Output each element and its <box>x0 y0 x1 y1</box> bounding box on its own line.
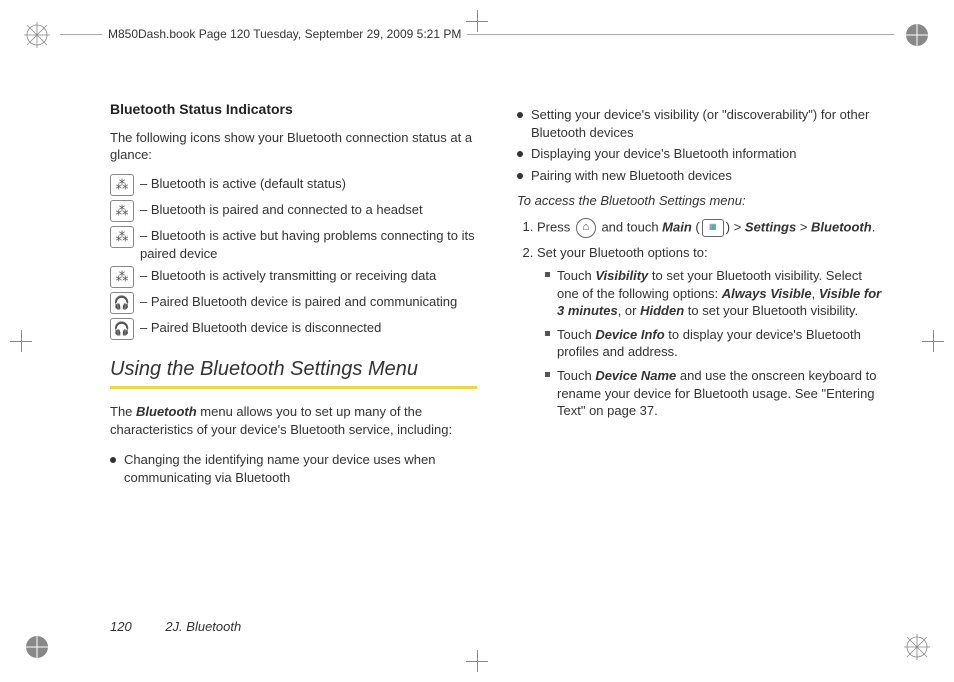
icon-description: – Paired Bluetooth device is disconnecte… <box>140 318 381 337</box>
bluetooth-paired-icon: ⁂ <box>110 200 134 222</box>
registration-disc-icon <box>22 632 52 662</box>
feature-list-cont: Setting your device's visibility (or "di… <box>517 106 884 184</box>
list-item: Changing the identifying name your devic… <box>110 451 477 486</box>
step-item: Set your Bluetooth options to: Touch Vis… <box>537 244 884 420</box>
list-item: Setting your device's visibility (or "di… <box>517 106 884 141</box>
subsection-heading: Bluetooth Status Indicators <box>110 100 477 119</box>
page-footer: 120 2J. Bluetooth <box>110 618 241 636</box>
footer-section: 2J. Bluetooth <box>165 619 241 634</box>
crop-mark-icon <box>922 330 944 352</box>
registration-disc-icon <box>902 20 932 50</box>
status-icon-row: ⁂ – Bluetooth is active but having probl… <box>110 226 477 262</box>
bluetooth-problem-icon: ⁂ <box>110 226 134 248</box>
procedure-steps: Press ⌂ and touch Main (▦) > Settings > … <box>517 218 884 420</box>
icon-description: – Bluetooth is paired and connected to a… <box>140 200 423 219</box>
status-icon-row: 🎧 – Paired Bluetooth device is disconnec… <box>110 318 477 340</box>
icon-description: – Bluetooth is actively transmitting or … <box>140 266 436 285</box>
status-icon-row: ⁂ – Bluetooth is active (default status) <box>110 174 477 196</box>
crop-mark-icon <box>10 330 32 352</box>
list-item: Pairing with new Bluetooth devices <box>517 167 884 185</box>
step-item: Press ⌂ and touch Main (▦) > Settings > … <box>537 218 884 238</box>
bluetooth-transmitting-icon: ⁂ <box>110 266 134 288</box>
feature-list: Changing the identifying name your devic… <box>110 451 477 486</box>
icon-description: – Paired Bluetooth device is paired and … <box>140 292 457 311</box>
manual-page: M850Dash.book Page 120 Tuesday, Septembe… <box>0 0 954 682</box>
registration-star-icon <box>902 632 932 662</box>
right-column: Setting your device's visibility (or "di… <box>517 100 884 622</box>
intro-text: The following icons show your Bluetooth … <box>110 129 477 164</box>
status-icon-row: 🎧 – Paired Bluetooth device is paired an… <box>110 292 477 314</box>
section-intro: The Bluetooth menu allows you to set up … <box>110 403 477 438</box>
icon-description: – Bluetooth is active but having problem… <box>140 226 477 262</box>
home-icon: ⌂ <box>576 218 596 238</box>
crop-mark-icon <box>466 10 488 32</box>
page-number: 120 <box>110 619 132 634</box>
registration-star-icon <box>22 20 52 50</box>
procedure-heading: To access the Bluetooth Settings menu: <box>517 192 884 210</box>
headset-disconnected-icon: 🎧 <box>110 318 134 340</box>
left-column: Bluetooth Status Indicators The followin… <box>110 100 477 622</box>
list-item: Touch Device Info to display your device… <box>545 326 884 361</box>
headset-communicating-icon: 🎧 <box>110 292 134 314</box>
running-header: M850Dash.book Page 120 Tuesday, Septembe… <box>102 26 467 42</box>
list-item: Touch Visibility to set your Bluetooth v… <box>545 267 884 320</box>
content-columns: Bluetooth Status Indicators The followin… <box>110 100 884 622</box>
icon-description: – Bluetooth is active (default status) <box>140 174 346 193</box>
status-icon-row: ⁂ – Bluetooth is actively transmitting o… <box>110 266 477 288</box>
section-title: Using the Bluetooth Settings Menu <box>110 356 477 389</box>
list-item: Displaying your device's Bluetooth infor… <box>517 145 884 163</box>
option-list: Touch Visibility to set your Bluetooth v… <box>545 267 884 419</box>
status-icon-row: ⁂ – Bluetooth is paired and connected to… <box>110 200 477 222</box>
bluetooth-active-icon: ⁂ <box>110 174 134 196</box>
main-grid-icon: ▦ <box>702 219 724 237</box>
crop-mark-icon <box>466 650 488 672</box>
list-item: Touch Device Name and use the onscreen k… <box>545 367 884 420</box>
